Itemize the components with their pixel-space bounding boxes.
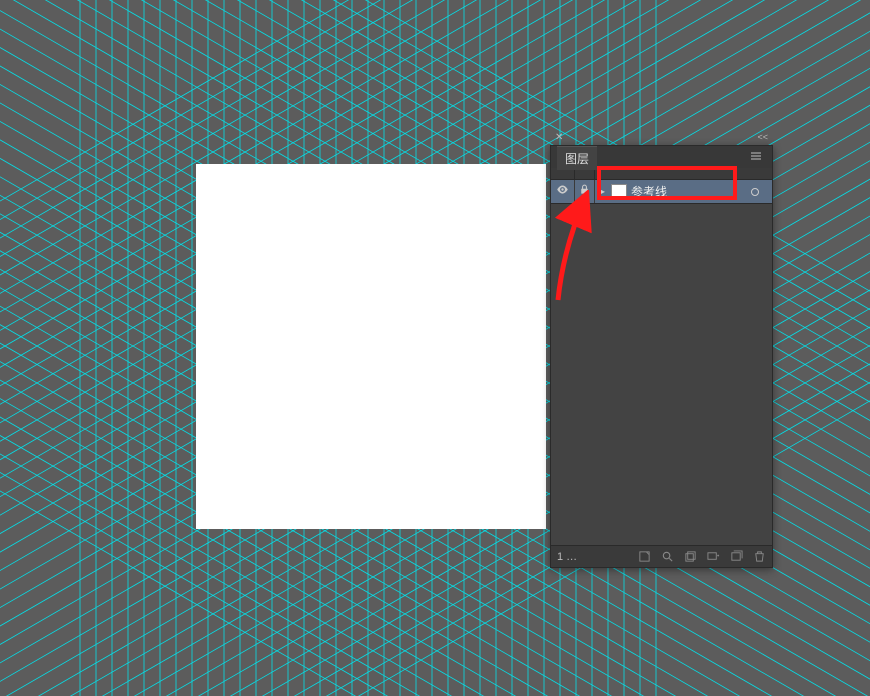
- panel-collapse-icon[interactable]: <<: [757, 132, 768, 142]
- eye-icon: [556, 183, 569, 201]
- artboard[interactable]: [196, 164, 546, 529]
- layer-column-headers: [551, 168, 772, 180]
- locate-object-icon[interactable]: [638, 550, 651, 563]
- layer-count-label: 1 …: [557, 551, 628, 563]
- panel-menu-icon[interactable]: [746, 148, 766, 166]
- new-sublayer-icon[interactable]: [707, 550, 720, 563]
- layer-row[interactable]: ▶ 参考线: [551, 180, 772, 204]
- layers-tab[interactable]: 图层: [557, 146, 597, 170]
- layer-expand-toggle[interactable]: ▶: [595, 180, 609, 203]
- panel-header: 图层: [551, 146, 772, 168]
- layers-panel[interactable]: ✕ << 图层 ▶ 参考线 1 …: [550, 145, 773, 568]
- panel-footer: 1 …: [551, 545, 772, 567]
- layer-thumbnail: [611, 184, 627, 200]
- make-clipping-mask-icon[interactable]: [684, 550, 697, 563]
- layers-list-empty-area[interactable]: [551, 204, 772, 545]
- layer-name-label[interactable]: 参考线: [631, 183, 746, 200]
- layer-visibility-toggle[interactable]: [551, 180, 575, 203]
- layer-lock-toggle[interactable]: [575, 180, 595, 203]
- lock-icon: [578, 183, 591, 201]
- new-layer-icon[interactable]: [730, 550, 743, 563]
- panel-close-icon[interactable]: ✕: [555, 132, 563, 143]
- delete-layer-icon[interactable]: [753, 550, 766, 563]
- find-object-icon[interactable]: [661, 550, 674, 563]
- layer-selection-indicator: [764, 180, 772, 203]
- layer-target-button[interactable]: [746, 188, 764, 196]
